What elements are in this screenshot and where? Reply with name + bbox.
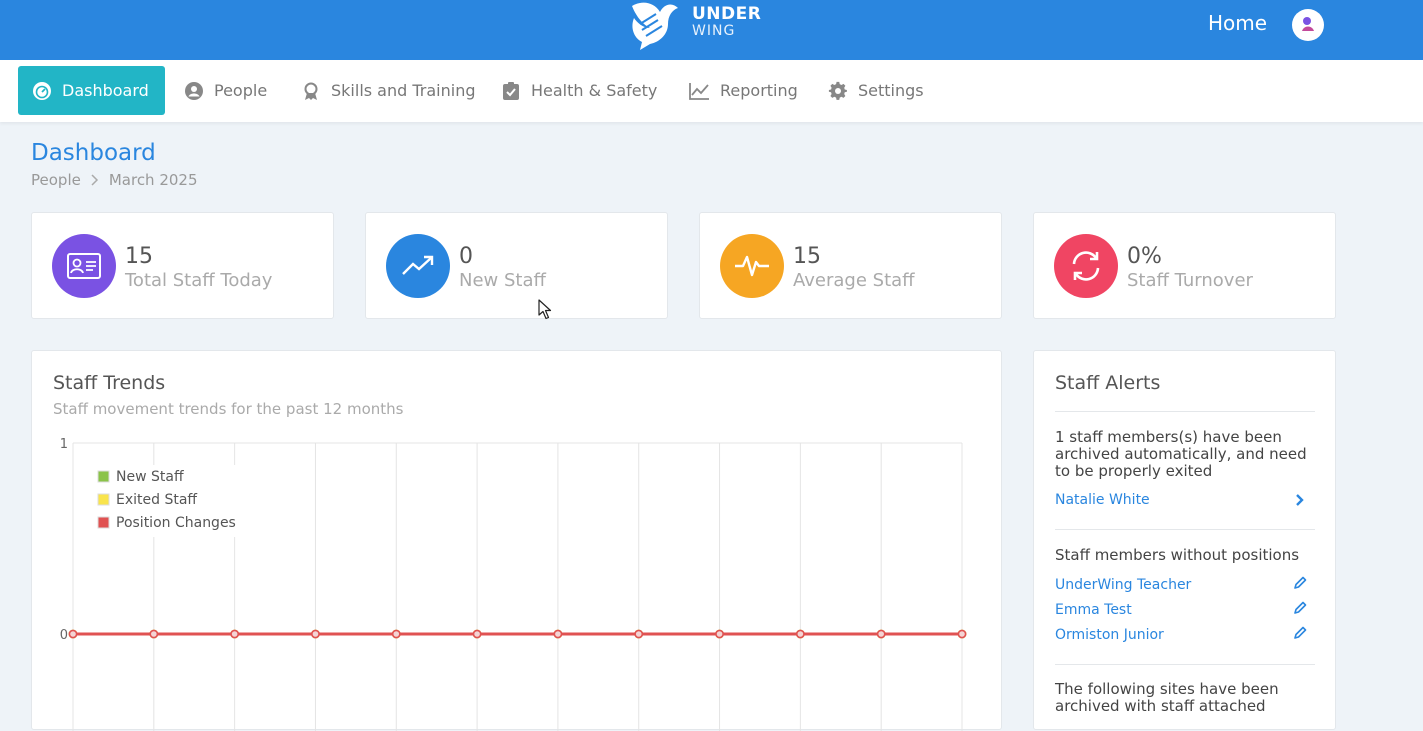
breadcrumb: People March 2025 <box>31 171 198 189</box>
data-point <box>149 629 159 639</box>
stat-label: Average Staff <box>793 270 915 291</box>
legend-label: New Staff <box>116 469 184 485</box>
data-point <box>634 629 644 639</box>
data-point <box>311 629 320 639</box>
divider <box>1055 664 1315 665</box>
logo-text-wing: WING <box>692 23 736 39</box>
pencil-edit-icon[interactable] <box>1292 625 1308 641</box>
chevron-right-icon[interactable] <box>1295 493 1305 507</box>
divider <box>1055 529 1315 530</box>
staff-alerts-panel: Staff Alerts 1 staff members(s) have bee… <box>1033 350 1336 730</box>
nav-label: Health & Safety <box>531 81 658 100</box>
pencil-edit-icon[interactable] <box>1292 575 1308 591</box>
refresh-icon <box>1072 251 1100 281</box>
chevron-right-icon <box>91 174 98 186</box>
stat-icon-circle <box>386 234 450 298</box>
stat-icon-circle <box>720 234 784 298</box>
nav-reporting[interactable]: Reporting <box>674 66 812 115</box>
stat-label: Staff Turnover <box>1127 270 1253 291</box>
data-point <box>230 629 240 639</box>
data-point <box>957 629 967 639</box>
nav-people[interactable]: People <box>170 66 281 115</box>
dashboard-gauge-icon <box>33 81 51 100</box>
no-position-person-link[interactable]: Emma Test <box>1055 602 1132 618</box>
clipboard-check-icon <box>503 81 519 100</box>
data-point <box>553 629 563 639</box>
breadcrumb-item: March 2025 <box>108 171 198 189</box>
no-position-person-link[interactable]: Ormiston Junior <box>1055 627 1164 643</box>
trend-up-icon <box>402 255 434 275</box>
user-avatar-icon <box>1302 17 1314 31</box>
stat-card-average-staff: 15 Average Staff <box>699 212 1002 319</box>
y-tick-label: 0 <box>60 628 68 643</box>
breadcrumb-item[interactable]: People <box>31 171 81 189</box>
nav-skills-training[interactable]: Skills and Training <box>287 66 490 115</box>
stat-label: New Staff <box>459 270 546 291</box>
legend-label: Exited Staff <box>116 492 197 508</box>
archived-sites-text: The following sites have been archived w… <box>1055 680 1279 715</box>
stat-icon-circle <box>52 234 116 298</box>
panel-title: Staff Alerts <box>1055 372 1161 394</box>
award-ribbon-icon <box>304 82 318 100</box>
nav-label: Settings <box>858 81 924 100</box>
stat-value: 0 <box>459 244 473 269</box>
stat-icon-circle <box>1054 234 1118 298</box>
archived-person-link[interactable]: Natalie White <box>1055 492 1150 508</box>
data-point <box>795 629 805 639</box>
data-point <box>68 629 78 639</box>
bird-logo-icon <box>632 2 678 50</box>
gear-icon <box>828 81 847 100</box>
page-title: Dashboard <box>31 140 156 166</box>
nav-label: People <box>214 81 268 100</box>
stat-card-total-staff: 15 Total Staff Today <box>31 212 334 319</box>
line-chart-icon <box>689 82 709 100</box>
legend-swatch <box>97 470 110 483</box>
stat-value: 15 <box>125 244 153 269</box>
data-point <box>472 629 482 639</box>
legend-swatch <box>97 516 110 529</box>
no-position-heading: Staff members without positions <box>1055 546 1300 564</box>
logo-text-under: UNDER <box>692 4 762 24</box>
nav-health-safety[interactable]: Health & Safety <box>487 66 671 115</box>
divider <box>1055 411 1315 412</box>
top-bar: UNDER WING Home <box>0 0 1423 60</box>
data-point <box>715 629 724 639</box>
nav-settings[interactable]: Settings <box>814 66 938 115</box>
data-point <box>391 629 401 639</box>
stat-value: 15 <box>793 244 821 269</box>
staff-trends-chart: 0 1 New Staff Exited Staff Position Changes <box>60 437 967 731</box>
no-position-person-link[interactable]: UnderWing Teacher <box>1055 577 1191 593</box>
id-card-icon <box>67 253 101 279</box>
pencil-edit-icon[interactable] <box>1292 600 1308 616</box>
app-logo[interactable]: UNDER WING <box>628 0 768 52</box>
legend-swatch <box>97 493 110 506</box>
avatar[interactable] <box>1292 9 1324 41</box>
home-link[interactable]: Home <box>1208 11 1267 35</box>
y-tick-label: 1 <box>60 437 68 452</box>
stat-value: 0% <box>1127 244 1162 269</box>
legend-label: Position Changes <box>116 515 236 531</box>
data-point <box>876 629 886 639</box>
staff-trends-panel: Staff Trends Staff movement trends for t… <box>31 350 1002 731</box>
main-nav: Dashboard People Skills and Training Hea… <box>0 60 1423 122</box>
user-circle-icon <box>185 81 203 100</box>
nav-label: Dashboard <box>62 81 149 100</box>
nav-label: Skills and Training <box>331 81 476 100</box>
nav-label: Reporting <box>720 81 798 100</box>
mouse-cursor-icon <box>538 299 552 320</box>
nav-dashboard[interactable]: Dashboard <box>18 66 165 115</box>
archived-alert-text: 1 staff members(s) have been archived au… <box>1055 428 1307 480</box>
stat-card-staff-turnover: 0% Staff Turnover <box>1033 212 1336 319</box>
stat-label: Total Staff Today <box>125 270 273 291</box>
pulse-icon <box>735 255 769 277</box>
stat-card-new-staff: 0 New Staff <box>365 212 668 319</box>
